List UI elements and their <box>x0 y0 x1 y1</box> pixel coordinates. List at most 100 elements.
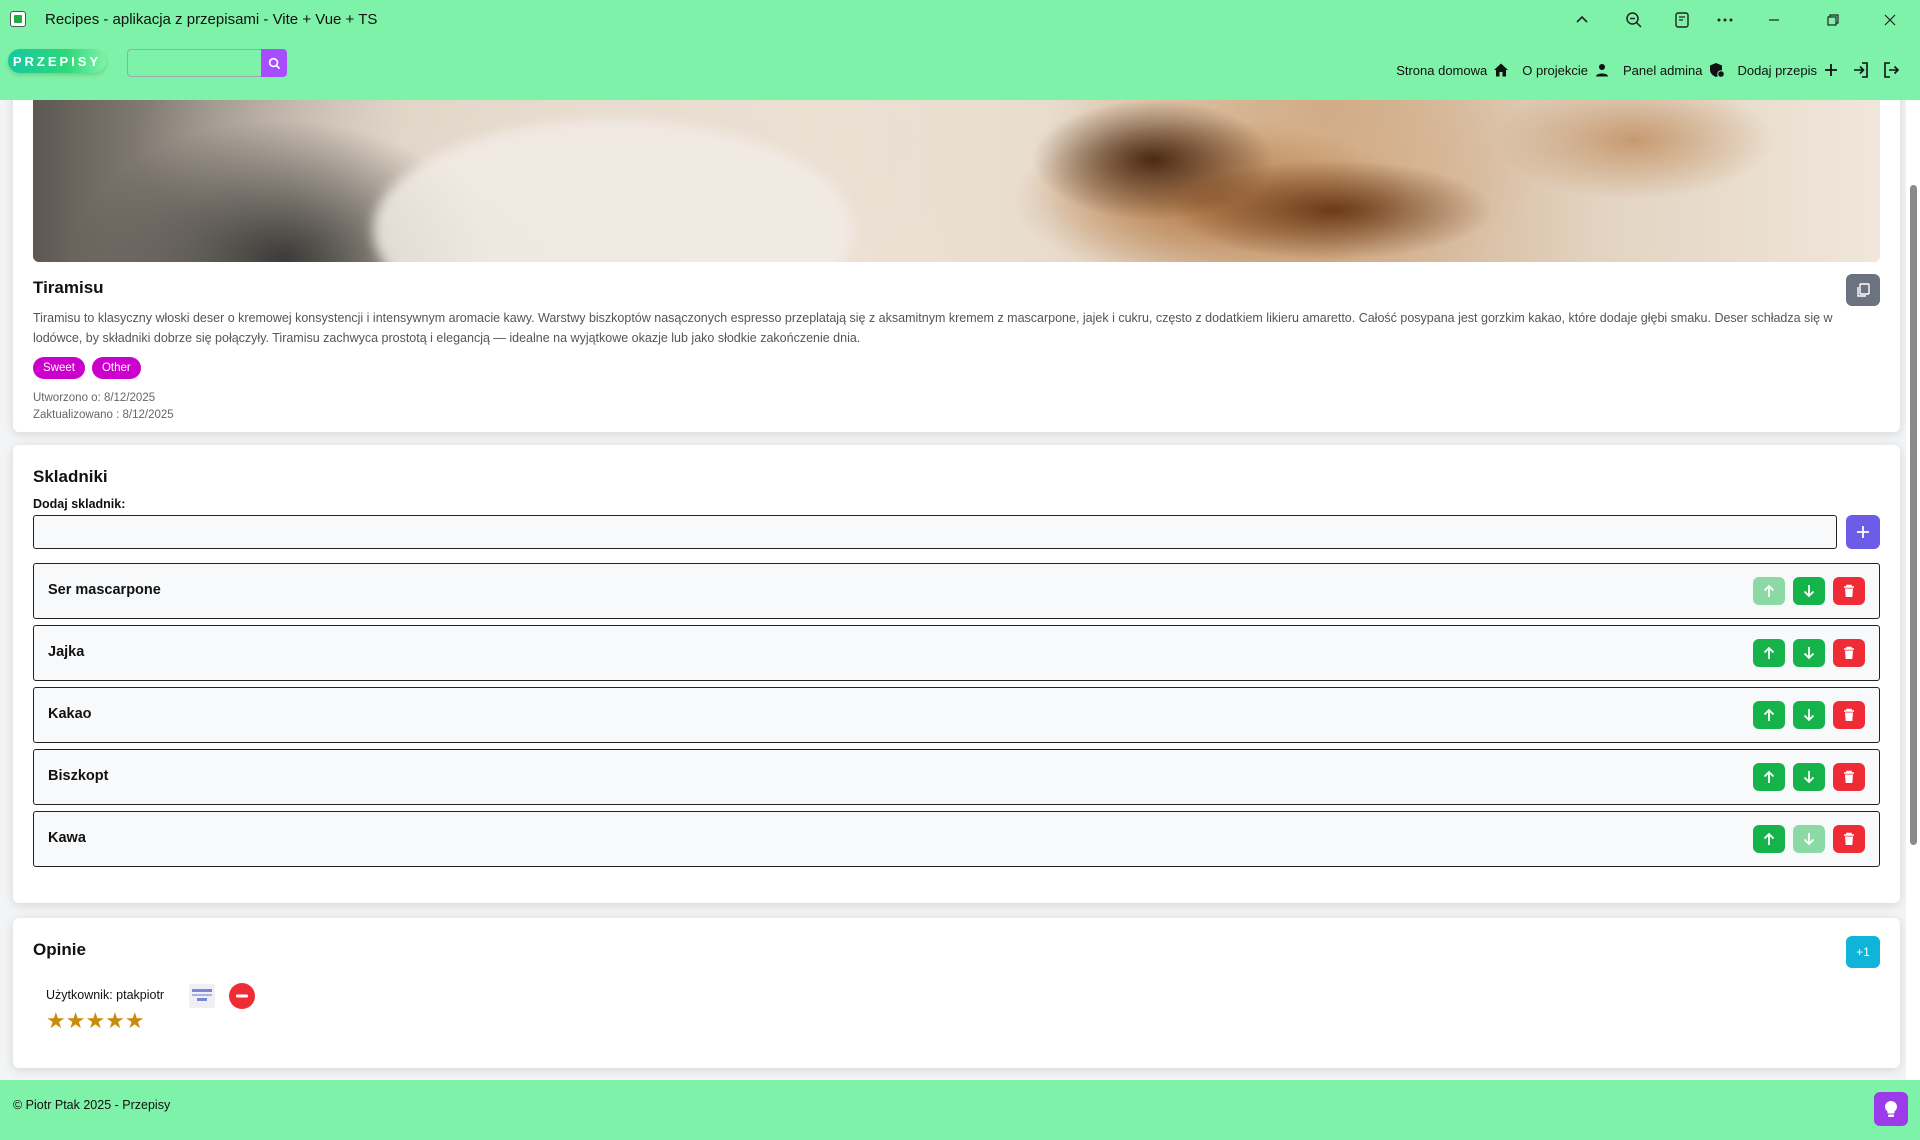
delete-ingredient-button[interactable] <box>1833 701 1865 729</box>
arrow-down-icon <box>1803 833 1815 846</box>
trash-icon <box>1844 770 1854 783</box>
arrow-up-icon <box>1763 584 1775 597</box>
move-up-button[interactable] <box>1753 577 1785 605</box>
plus-icon <box>1822 61 1840 79</box>
footer: © Piotr Ptak 2025 - Przepisy <box>0 1080 1920 1140</box>
recipe-tags: Sweet Other <box>33 357 148 379</box>
page-content[interactable]: Tiramisu Tiramisu to klasyczny włoski de… <box>0 100 1920 1080</box>
nav-home-label: Strona domowa <box>1396 62 1488 78</box>
plus-icon <box>1857 526 1869 538</box>
ingredient-row: Jajka <box>33 625 1880 681</box>
arrow-down-icon <box>1803 585 1815 598</box>
close-icon[interactable] <box>1872 4 1908 36</box>
logout-button[interactable] <box>1882 61 1900 79</box>
cast-icon[interactable] <box>1664 4 1700 36</box>
window-titlebar: Recipes - aplikacja z przepisami - Vite … <box>0 0 1920 40</box>
home-icon <box>1492 61 1510 79</box>
footer-text: © Piotr Ptak 2025 - Przepisy <box>13 1098 171 1112</box>
delete-ingredient-button[interactable] <box>1833 577 1865 605</box>
recipe-image-plate <box>373 120 853 262</box>
search-bar <box>127 49 287 77</box>
logout-icon <box>1882 61 1900 79</box>
login-button[interactable] <box>1852 61 1870 79</box>
theme-toggle-button[interactable] <box>1874 1092 1908 1126</box>
restore-icon[interactable] <box>1815 4 1851 36</box>
delete-review-button[interactable] <box>229 983 255 1009</box>
move-down-button[interactable] <box>1793 701 1825 729</box>
move-up-button[interactable] <box>1753 825 1785 853</box>
ingredients-card: Skladniki Dodaj skladnik: Ser mascarpone… <box>13 445 1900 903</box>
move-down-button[interactable] <box>1793 577 1825 605</box>
add-ingredient-input[interactable] <box>33 515 1837 549</box>
lightbulb-icon <box>1885 1101 1897 1117</box>
arrow-up-icon <box>1763 708 1775 721</box>
ingredient-actions <box>1745 825 1865 853</box>
scrollbar-thumb[interactable] <box>1910 185 1917 845</box>
recipe-description: Tiramisu to klasyczny włoski deser o kre… <box>33 311 1833 345</box>
recipe-title: Tiramisu <box>33 278 104 297</box>
arrow-up-icon <box>1763 832 1775 845</box>
tag-other[interactable]: Other <box>91 357 141 379</box>
app-navbar: PRZEPISY Strona domowa O projekcie Panel… <box>0 40 1920 100</box>
move-up-button[interactable] <box>1753 763 1785 791</box>
copy-icon <box>1857 283 1870 297</box>
search-button[interactable] <box>261 49 287 77</box>
search-icon <box>268 57 280 69</box>
ingredient-row: Ser mascarpone <box>33 563 1880 619</box>
minimize-icon[interactable] <box>1756 4 1792 36</box>
review-rating: ★★★★★ <box>46 1010 147 1032</box>
move-down-button[interactable] <box>1793 825 1825 853</box>
minus-icon <box>236 994 248 998</box>
delete-ingredient-button[interactable] <box>1833 639 1865 667</box>
trash-icon <box>1844 708 1854 721</box>
reviews-card: Opinie +1 Użytkownik: ptakpiotr ★★★★★ <box>13 918 1900 1068</box>
nav-admin-label: Panel admina <box>1623 62 1703 78</box>
trash-icon <box>1844 646 1854 659</box>
ingredient-actions <box>1745 701 1865 729</box>
trash-icon <box>1844 832 1854 845</box>
recipe-card: Tiramisu Tiramisu to klasyczny włoski de… <box>13 100 1900 432</box>
ingredient-name: Kakao <box>48 706 92 722</box>
review-user: Użytkownik: ptakpiotr <box>46 988 165 1002</box>
brand-logo[interactable]: PRZEPISY <box>8 49 106 73</box>
recipe-image <box>33 100 1880 262</box>
move-up-button[interactable] <box>1753 639 1785 667</box>
ingredient-row: Biszkopt <box>33 749 1880 805</box>
review-comment-icon[interactable] <box>189 984 215 1008</box>
more-icon[interactable] <box>1707 4 1743 36</box>
arrow-up-icon <box>1763 646 1775 659</box>
nav-add-recipe-label: Dodaj przepis <box>1737 62 1818 78</box>
delete-ingredient-button[interactable] <box>1833 825 1865 853</box>
ingredient-name: Kawa <box>48 830 86 846</box>
ingredient-actions <box>1745 639 1865 667</box>
nav-about-label: O projekcie <box>1522 62 1588 78</box>
nav-about[interactable]: O projekcie <box>1522 61 1611 79</box>
trash-icon <box>1844 584 1854 597</box>
tag-sweet[interactable]: Sweet <box>33 357 85 379</box>
add-ingredient-button[interactable] <box>1846 515 1880 549</box>
move-down-button[interactable] <box>1793 763 1825 791</box>
move-down-button[interactable] <box>1793 639 1825 667</box>
add-review-button[interactable]: +1 <box>1846 936 1880 968</box>
admin-shield-icon <box>1708 61 1726 79</box>
nav-add-recipe[interactable]: Dodaj przepis <box>1738 61 1841 79</box>
ingredient-row: Kawa <box>33 811 1880 867</box>
created-date: Utworzono o: 8/12/2025 <box>33 392 156 404</box>
nav-home[interactable]: Strona domowa <box>1396 61 1510 79</box>
ingredients-title: Skladniki <box>33 467 108 486</box>
window-title: Recipes - aplikacja z przepisami - Vite … <box>45 11 378 28</box>
ingredient-actions <box>1745 763 1865 791</box>
arrow-down-icon <box>1803 709 1815 722</box>
move-up-button[interactable] <box>1753 701 1785 729</box>
ingredient-name: Ser mascarpone <box>48 582 161 598</box>
zoom-out-icon[interactable] <box>1616 4 1652 36</box>
copy-button[interactable] <box>1846 274 1880 306</box>
delete-ingredient-button[interactable] <box>1833 763 1865 791</box>
search-input[interactable] <box>127 49 261 77</box>
recipe-meta: Utworzono o: 8/12/2025 Zaktualizowano : … <box>33 390 174 424</box>
reviews-title: Opinie <box>33 940 86 959</box>
chevron-up-icon[interactable] <box>1564 4 1600 36</box>
nav-admin[interactable]: Panel admina <box>1623 61 1726 79</box>
ingredient-name: Biszkopt <box>48 768 109 784</box>
ingredient-actions <box>1745 577 1865 605</box>
